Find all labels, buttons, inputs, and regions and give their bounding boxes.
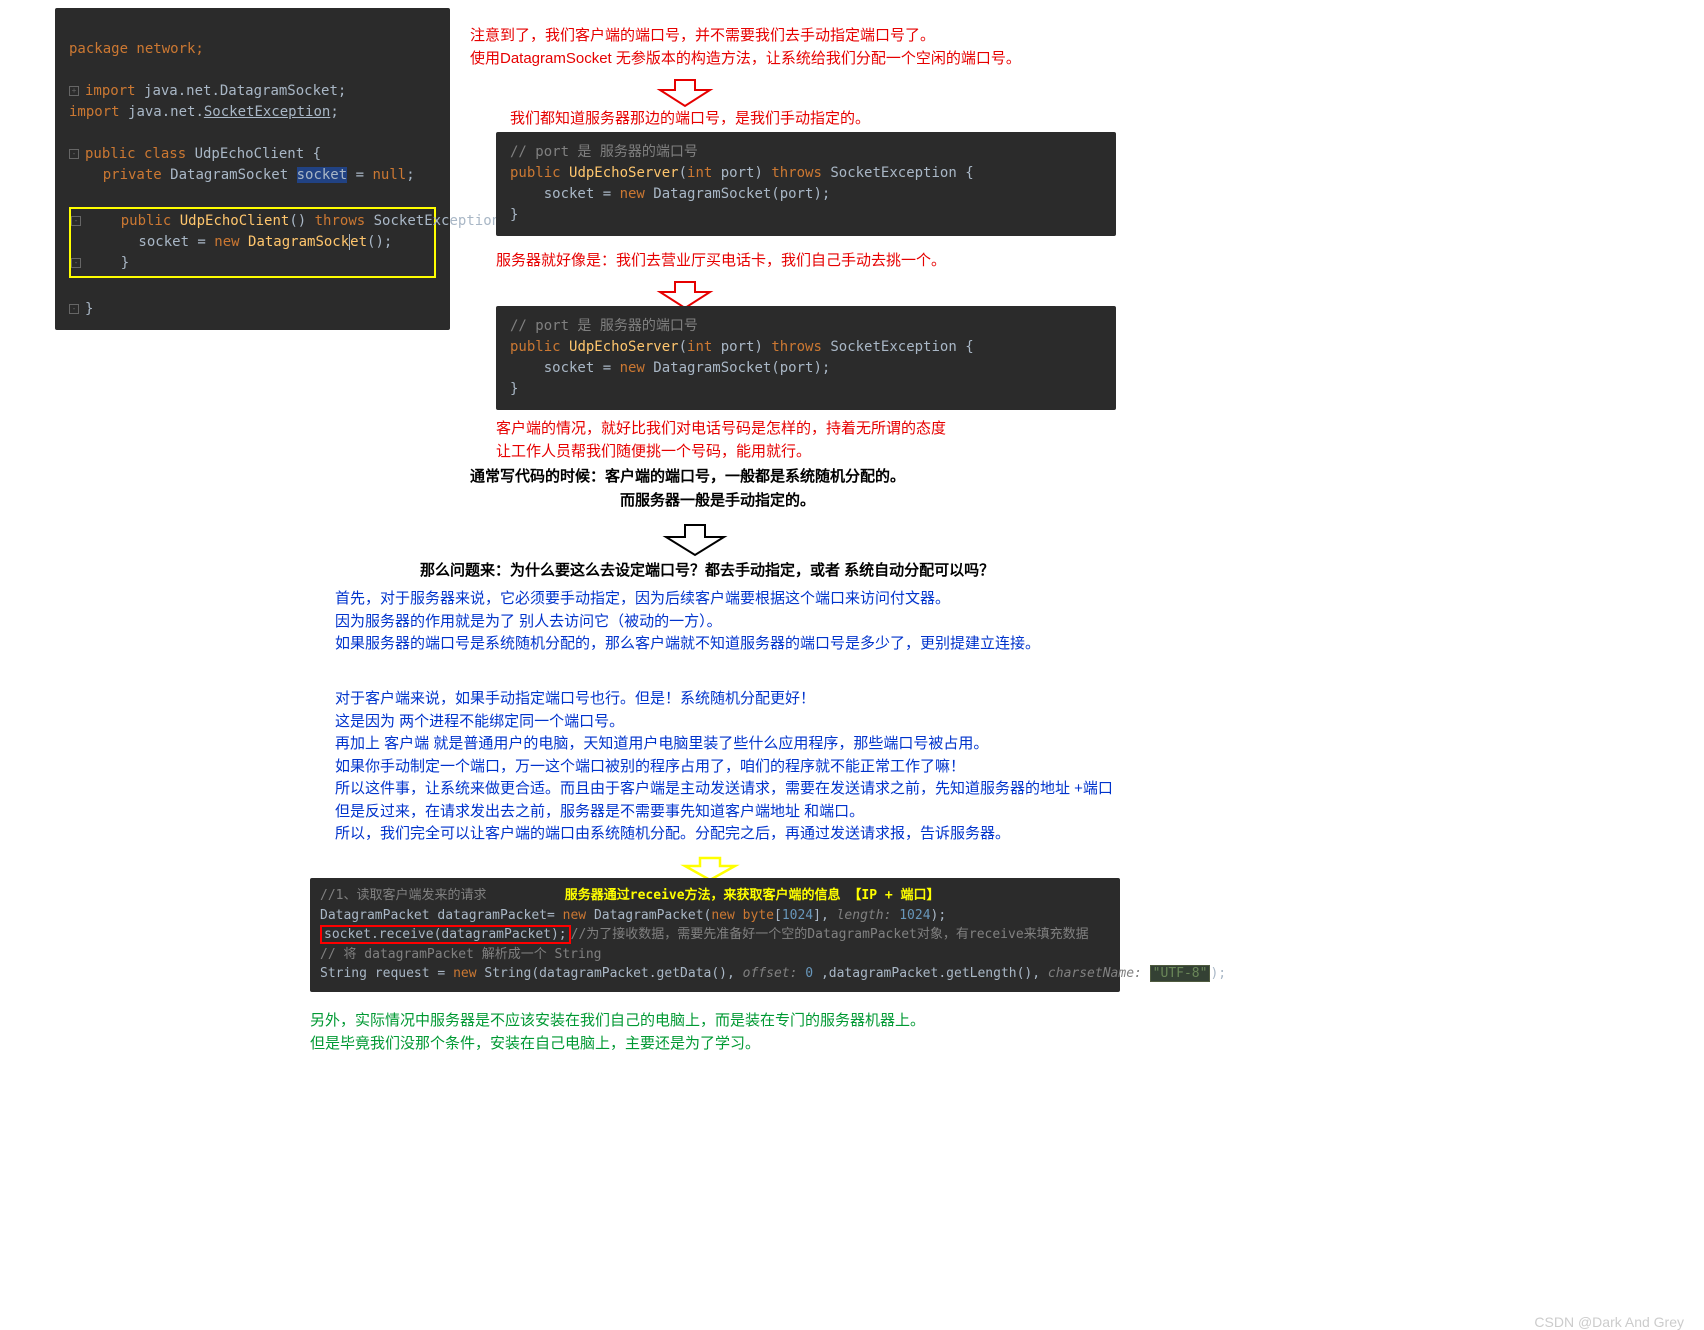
annotation-red-3: 服务器就好像是：我们去营业厅买电话卡，我们自己手动去挑一个。 (496, 250, 946, 273)
annotation-black-7: 那么问题来：为什么要这么去设定端口号？都去手动指定，或者 系统自动分配可以吗？ (420, 560, 994, 583)
annotation-red-4: 客户端的情况，就好比我们对电话号码是怎样的，持着无所谓的态度 让工作人员帮我们随… (496, 418, 946, 463)
annotation-black-5: 通常写代码的时候：客户端的端口号，一般都是系统随机分配的。 (470, 466, 905, 489)
code-server-2: // port 是 服务器的端口号 public UdpEchoServer(i… (496, 306, 1116, 410)
paragraph-blue-2: 对于客户端来说，如果手动指定端口号也行。但是！系统随机分配更好！ 这是因为 两个… (335, 688, 1113, 846)
annotation-red-2: 我们都知道服务器那边的端口号，是我们手动指定的。 (510, 108, 870, 131)
paragraph-green: 另外，实际情况中服务器是不应该安装在我们自己的电脑上，而是装在专门的服务器机器上… (310, 1010, 925, 1055)
expand-icon[interactable]: - (71, 216, 81, 226)
annotation-black-6: 而服务器一般是手动指定的。 (620, 490, 815, 513)
down-arrow-black-icon (660, 522, 730, 558)
expand-icon[interactable]: + (69, 86, 79, 96)
watermark: CSDN @Dark And Grey (1534, 1314, 1684, 1330)
collapse-icon[interactable]: - (71, 258, 81, 268)
highlighted-constructor: - public UdpEchoClient() throws SocketEx… (69, 207, 436, 278)
code-server-1: // port 是 服务器的端口号 public UdpEchoServer(i… (496, 132, 1116, 236)
paragraph-blue-1: 首先，对于服务器来说，它必须要手动指定，因为后续客户端要根据这个端口来访问付文器… (335, 588, 1040, 656)
code-client: package network; +import java.net.Datagr… (55, 8, 450, 330)
collapse-icon[interactable]: - (69, 304, 79, 314)
code-line: package network; (69, 41, 204, 57)
down-arrow-red-icon (655, 78, 715, 108)
highlighted-receive-call: socket.receive(datagramPacket); (320, 925, 571, 944)
annotation-red-1: 注意到了，我们客户端的端口号，并不需要我们去手动指定端口号了。 使用Datagr… (470, 25, 1021, 70)
code-receive: //1、读取客户端发来的请求 服务器通过receive方法，来获取客户端的信息 … (310, 878, 1120, 992)
expand-icon[interactable]: - (69, 149, 79, 159)
